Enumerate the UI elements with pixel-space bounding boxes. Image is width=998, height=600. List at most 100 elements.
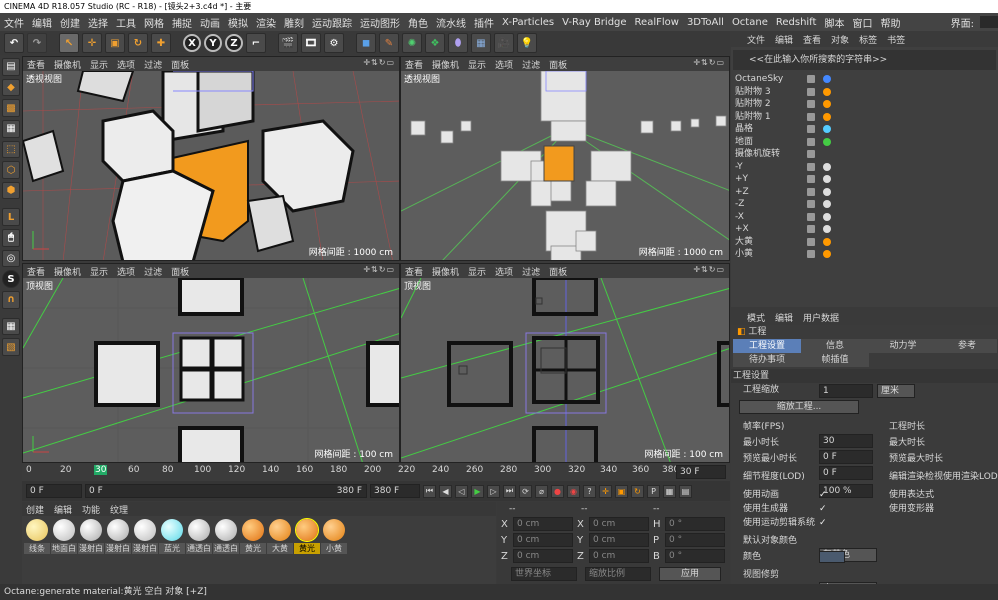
- use-animation-checkbox[interactable]: ✓: [819, 488, 827, 502]
- material-menu-edit[interactable]: 编辑: [54, 503, 72, 516]
- render-view-icon[interactable]: 🎬: [278, 33, 298, 53]
- viewport-menu-view[interactable]: 查看: [27, 58, 45, 71]
- tag-icon[interactable]: [823, 87, 831, 96]
- viewport-top-2[interactable]: 查看 摄像机 显示 选项 过滤 面板 ✛⇅↻▭ 顶视图 网格间距 : 100 c…: [400, 263, 730, 463]
- object-row[interactable]: 贴附物 1: [731, 111, 998, 124]
- coordinate-mode-select[interactable]: 世界坐标: [511, 567, 577, 581]
- viewport-menu-camera[interactable]: 摄像机: [432, 58, 459, 71]
- visibility-dots-icon[interactable]: [807, 162, 815, 171]
- object-row[interactable]: 摄像机旋转: [731, 148, 998, 161]
- size-mode-select[interactable]: 缩放比例: [585, 567, 651, 581]
- next-frame-icon[interactable]: ▷: [487, 484, 500, 498]
- keyframe-selection-icon[interactable]: ?: [583, 484, 596, 498]
- subdivision-icon[interactable]: ✺: [402, 33, 422, 53]
- menu-pipeline[interactable]: 流水线: [432, 15, 470, 30]
- material-swatch[interactable]: 漫射白: [78, 516, 104, 554]
- rotate-icon[interactable]: ↻: [128, 33, 148, 53]
- size-z-input[interactable]: 0 cm: [589, 549, 649, 563]
- undo-icon[interactable]: ↶: [4, 33, 24, 53]
- material-swatch[interactable]: 通透白: [213, 516, 239, 554]
- viewport-menu-camera[interactable]: 摄像机: [54, 58, 81, 71]
- visibility-dots-icon[interactable]: [807, 87, 815, 96]
- tag-icon[interactable]: [823, 125, 831, 133]
- menu-simulate[interactable]: 模拟: [224, 15, 252, 30]
- om-menu-file[interactable]: 文件: [747, 33, 765, 46]
- workplane-icon[interactable]: ▦: [2, 119, 20, 138]
- object-row[interactable]: 地面: [731, 136, 998, 149]
- material-swatch[interactable]: 地面白: [51, 516, 77, 554]
- visibility-dots-icon[interactable]: [807, 187, 815, 196]
- visibility-dots-icon[interactable]: [807, 237, 815, 246]
- visibility-dots-icon[interactable]: [807, 212, 815, 221]
- object-row[interactable]: -Y: [731, 161, 998, 174]
- render-picture-viewer-icon[interactable]: 🎞: [301, 33, 321, 53]
- menu-mograph[interactable]: 运动图形: [356, 15, 404, 30]
- tab-interpolation[interactable]: 帧插值: [801, 353, 869, 367]
- color-swatch[interactable]: [819, 551, 845, 563]
- lock-workplane-icon[interactable]: ▦: [2, 317, 20, 336]
- visibility-dots-icon[interactable]: [807, 175, 815, 183]
- visibility-dots-icon[interactable]: [807, 200, 815, 208]
- rotation-key-icon[interactable]: ↻: [631, 484, 644, 498]
- param-key-icon[interactable]: P: [647, 484, 660, 498]
- material-swatch[interactable]: 大黄: [267, 516, 293, 554]
- texture-mode-icon[interactable]: ▩: [2, 99, 20, 117]
- tab-dynamics[interactable]: 动力学: [869, 339, 937, 353]
- size-y-input[interactable]: 0 cm: [589, 533, 649, 547]
- object-row[interactable]: +Z: [731, 186, 998, 199]
- prev-key-icon[interactable]: ◀: [439, 484, 452, 498]
- viewport-menu-display[interactable]: 显示: [468, 265, 486, 278]
- viewport-top-1[interactable]: 查看 摄像机 显示 选项 过滤 面板 ✛⇅↻▭ 顶视图 网格间距 : 100 c…: [22, 263, 400, 463]
- mograph-cloner-icon[interactable]: ❖: [425, 33, 445, 53]
- range-slider[interactable]: 0 F 380 F: [85, 484, 367, 498]
- menu-help[interactable]: 帮助: [876, 15, 904, 30]
- menu-redshift[interactable]: Redshift: [772, 17, 821, 28]
- tag-icon[interactable]: [823, 175, 831, 183]
- viewport-nav-icons[interactable]: ✛⇅↻▭: [693, 58, 725, 67]
- pos-y-input[interactable]: 0 cm: [513, 533, 573, 547]
- layout-select[interactable]: [980, 16, 998, 28]
- tab-reference[interactable]: 参考: [937, 339, 997, 353]
- cube-icon[interactable]: ◼: [356, 33, 376, 53]
- play-icon[interactable]: ▶: [471, 484, 484, 498]
- snap-icon[interactable]: ◎: [2, 249, 20, 268]
- project-scale-input[interactable]: 1: [819, 384, 873, 398]
- menu-octane[interactable]: Octane: [728, 17, 772, 28]
- om-menu-edit[interactable]: 编辑: [775, 33, 793, 46]
- material-menu-texture[interactable]: 纹理: [110, 503, 128, 516]
- last-tool-icon[interactable]: ✚: [151, 33, 171, 53]
- menu-3dtoall[interactable]: 3DToAll: [683, 17, 728, 28]
- rot-h-input[interactable]: 0 °: [665, 517, 725, 531]
- viewport-menu-camera[interactable]: 摄像机: [432, 265, 459, 278]
- menu-character[interactable]: 角色: [404, 15, 432, 30]
- viewport-menu-filter[interactable]: 过滤: [144, 265, 162, 278]
- pen-icon[interactable]: ✎: [379, 33, 399, 53]
- viewport-perspective-2[interactable]: 查看 摄像机 显示 选项 过滤 面板 ✛⇅↻▭ 透视视图 网格间距 : 1000…: [400, 56, 730, 261]
- visibility-dots-icon[interactable]: [807, 225, 815, 233]
- viewport-menu-panel[interactable]: 面板: [549, 265, 567, 278]
- om-menu-object[interactable]: 对象: [831, 33, 849, 46]
- tag-icon[interactable]: [823, 212, 831, 221]
- material-swatch[interactable]: 线条: [24, 516, 50, 554]
- menu-animate[interactable]: 动画: [196, 15, 224, 30]
- tag-icon[interactable]: [823, 100, 831, 108]
- viewport-menu-options[interactable]: 选项: [117, 265, 135, 278]
- viewport-menu-display[interactable]: 显示: [468, 58, 486, 71]
- current-frame-field[interactable]: 30 F: [676, 465, 726, 479]
- pos-z-input[interactable]: 0 cm: [513, 549, 573, 563]
- om-menu-bookmarks[interactable]: 书签: [887, 33, 905, 46]
- light-icon[interactable]: 💡: [517, 33, 537, 53]
- rot-p-input[interactable]: 0 °: [665, 533, 725, 547]
- object-row[interactable]: +X: [731, 223, 998, 236]
- menu-realflow[interactable]: RealFlow: [631, 17, 683, 28]
- visibility-dots-icon[interactable]: [807, 150, 815, 158]
- position-key-icon[interactable]: ✛: [599, 484, 612, 498]
- tab-info[interactable]: 信息: [801, 339, 869, 353]
- menu-render[interactable]: 渲染: [252, 15, 280, 30]
- menu-vray[interactable]: V-Ray Bridge: [558, 17, 630, 28]
- viewport-menu-filter[interactable]: 过滤: [144, 58, 162, 71]
- material-menu-function[interactable]: 功能: [82, 503, 100, 516]
- menu-select[interactable]: 选择: [84, 15, 112, 30]
- tag-icon[interactable]: [823, 225, 831, 233]
- visibility-dots-icon[interactable]: [807, 112, 815, 121]
